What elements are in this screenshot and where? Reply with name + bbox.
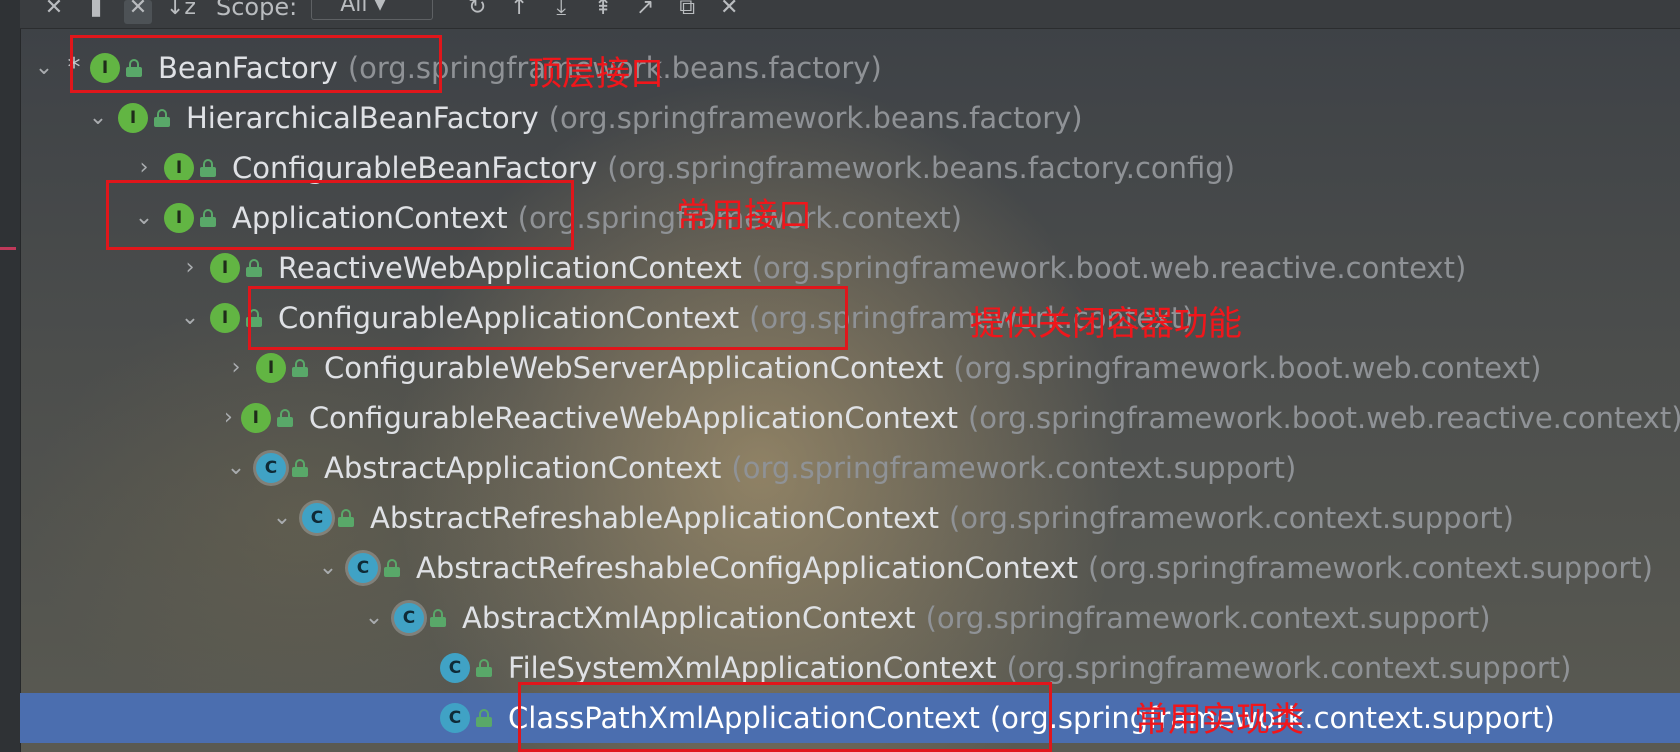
public-lock-icon [384, 559, 402, 577]
package-name: (org.springframework.boot.web.reactive.c… [967, 401, 1680, 435]
package-name: (org.springframework.boot.web.reactive.c… [751, 251, 1467, 285]
highlight-box-beanfactory [70, 35, 442, 93]
public-lock-icon [476, 659, 494, 677]
highlight-box-configurableapplicationcontext [248, 286, 848, 350]
hierarchy-toolbar: ✕ ▮ ✕ ↓z Scope: All ▾ ↻ ↑ ⤓ ⇞ ↗ ⧉ ✕ [20, 0, 1680, 29]
scope-select[interactable]: All ▾ [311, 0, 434, 20]
tree-row[interactable]: › I ConfigurableWebServerApplicationContex… [20, 343, 1680, 393]
package-name: (org.springframework.boot.web.context) [953, 351, 1542, 385]
interface-icon: I [210, 253, 240, 283]
package-name: (org.springframework.context.support) [1006, 651, 1572, 685]
package-name: (org.springframework.context.support) [925, 601, 1491, 635]
chevron-down-icon[interactable]: ⌄ [178, 306, 202, 330]
up-icon[interactable]: ↑ [505, 0, 533, 24]
chevron-down-icon[interactable]: ⌄ [224, 456, 248, 480]
tree-row[interactable]: ⌄ C AbstractXmlApplicationContext (org.spri… [20, 593, 1680, 643]
type-name: ConfigurableWebServerApplicationContext [324, 351, 944, 385]
scope-value: All [340, 0, 368, 17]
pin-icon[interactable]: ▮ [82, 0, 110, 24]
public-lock-icon [154, 109, 172, 127]
tree-row[interactable]: ⌄ C AbstractRefreshableConfigApplicationCo… [20, 543, 1680, 593]
type-name: AbstractRefreshableApplicationContext [370, 501, 939, 535]
chevron-down-icon[interactable]: ⌄ [86, 106, 110, 130]
leaf-spacer [408, 656, 432, 680]
public-lock-icon [200, 159, 218, 177]
type-name: ConfigurableReactiveWebApplicationContex… [308, 401, 958, 435]
chevron-right-icon[interactable]: › [178, 256, 202, 280]
export-icon[interactable]: ⇞ [589, 0, 617, 24]
tree-row[interactable]: ⌄ C AbstractRefreshableApplicationContext (… [20, 493, 1680, 543]
chevron-down-icon[interactable]: ⌄ [270, 506, 294, 530]
chevron-down-icon[interactable]: ⌄ [362, 606, 386, 630]
chevron-right-icon[interactable]: › [224, 356, 248, 380]
package-name: (org.springframework.beans.factory.confi… [607, 151, 1236, 185]
public-lock-icon [476, 709, 494, 727]
chevron-down-icon[interactable]: ⌄ [316, 556, 340, 580]
collapse-icon[interactable]: ✕ [40, 0, 68, 24]
refresh-icon[interactable]: ↻ [463, 0, 491, 24]
interface-icon: I [210, 303, 240, 333]
annotation-common-interface: 常用接口 [676, 196, 812, 236]
package-name: (org.springframework.context.support) [948, 501, 1514, 535]
class-icon: C [440, 653, 470, 683]
class-icon: C [440, 703, 470, 733]
leaf-spacer [408, 706, 432, 730]
class-icon: C [394, 603, 424, 633]
annotation-common-impl: 常用实现类 [1134, 700, 1304, 740]
package-name: (org.springframework.context.support) [1088, 551, 1653, 585]
interface-icon: I [164, 153, 194, 183]
down-icon[interactable]: ⤓ [547, 0, 575, 24]
type-name: AbstractApplicationContext [324, 451, 722, 485]
expand-icon[interactable]: ✕ [124, 0, 152, 24]
scope-label: Scope: [215, 0, 298, 21]
chevron-right-icon[interactable]: › [224, 406, 233, 430]
public-lock-icon [292, 459, 310, 477]
chevron-right-icon[interactable]: › [132, 156, 156, 180]
type-name: AbstractRefreshableConfigApplicationCont… [416, 551, 1079, 585]
package-name: (org.springframework.context.support) [731, 451, 1297, 485]
type-name: AbstractXmlApplicationContext [462, 601, 916, 635]
interface-icon: I [118, 103, 148, 133]
interface-icon: I [240, 403, 271, 433]
gutter-marker [0, 247, 16, 250]
interface-icon: I [256, 353, 286, 383]
chevron-down-icon[interactable]: ⌄ [32, 56, 56, 80]
public-lock-icon [338, 509, 356, 527]
annotation-close-container: 提供关闭容器功能 [970, 304, 1242, 344]
highlight-box-classpathxml [518, 682, 1052, 752]
public-lock-icon [292, 359, 310, 377]
type-name: ReactiveWebApplicationContext [278, 251, 742, 285]
navigate-icon[interactable]: ↗ [631, 0, 659, 24]
package-name: (org.springframework.beans.factory) [548, 101, 1083, 135]
highlight-box-applicationcontext [106, 180, 574, 250]
annotation-top-interface: 顶层接口 [528, 54, 664, 94]
public-lock-icon [430, 609, 448, 627]
class-icon: C [348, 553, 378, 583]
open-icon[interactable]: ⧉ [673, 0, 701, 24]
tree-row[interactable]: ⌄ I HierarchicalBeanFactory (org.springfram… [20, 93, 1680, 143]
type-name: FileSystemXmlApplicationContext [508, 651, 997, 685]
tree-row[interactable]: › I ConfigurableReactiveWebApplicationCont… [20, 393, 1680, 443]
public-lock-icon [276, 409, 295, 427]
public-lock-icon [246, 259, 264, 277]
close-icon[interactable]: ✕ [715, 0, 743, 24]
left-gutter [0, 0, 21, 752]
tree-row[interactable]: ⌄ C AbstractApplicationContext (org.springf… [20, 443, 1680, 493]
class-icon: C [302, 503, 332, 533]
class-icon: C [256, 453, 286, 483]
type-name: HierarchicalBeanFactory [186, 101, 539, 135]
sort-alpha-icon[interactable]: ↓z [166, 0, 196, 24]
